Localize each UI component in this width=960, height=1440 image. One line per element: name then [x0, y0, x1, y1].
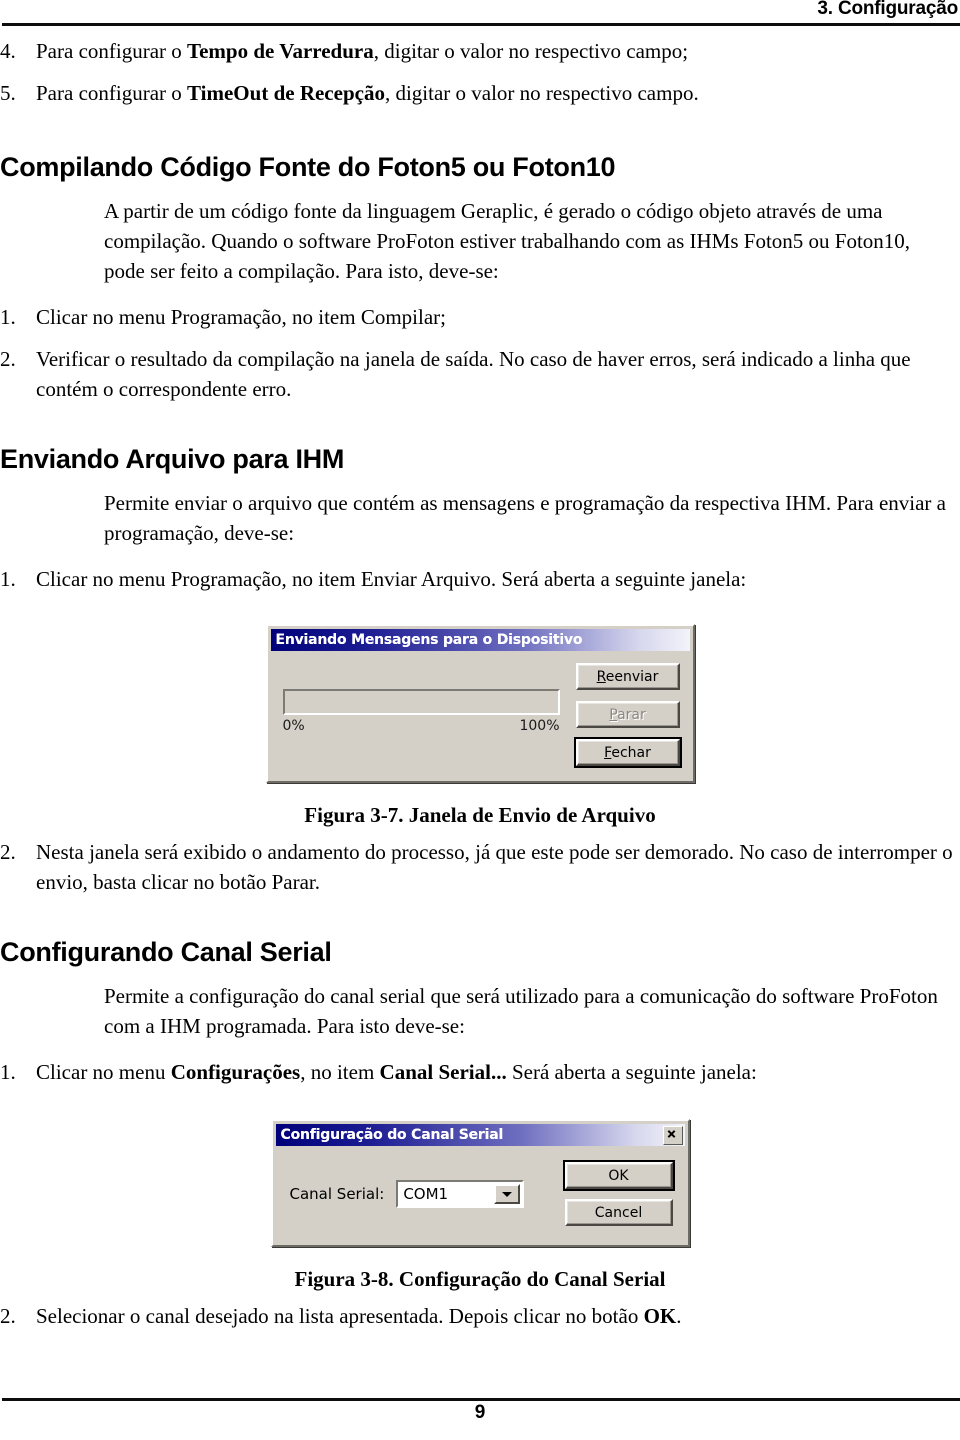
list-item-number: 1. — [0, 1060, 16, 1084]
fechar-label: echar — [611, 744, 651, 761]
serial-config-body: Canal Serial: COM1 OK Cancel — [276, 1146, 685, 1242]
list-item-text-bold: Tempo de Varredura — [187, 39, 374, 63]
send-progress-bar — [282, 689, 560, 715]
section-paragraph-configurando: Permite a configuração do canal serial q… — [104, 984, 938, 1038]
close-icon[interactable] — [662, 1125, 683, 1145]
list-item: 2. Verificar o resultado da compilação na… — [0, 344, 960, 404]
cancel-label: Cancel — [594, 1204, 643, 1221]
list-item-text-pre: Para configurar o — [36, 39, 188, 63]
list-item-text-pre: Para configurar o — [36, 81, 188, 105]
serial-config-dialog[interactable]: Configuração do Canal Serial Canal Seria… — [270, 1119, 690, 1247]
serial-field-group: Canal Serial: COM1 — [290, 1180, 551, 1208]
enviando-steps: 1. Clicar no menu Programação, no item En… — [0, 564, 960, 594]
list-item: 2. Nesta janela será exibido o andamento … — [0, 837, 960, 897]
progress-area: 0% 100% — [282, 663, 560, 734]
list-item-text-pre: Selecionar o canal desejado na lista apr… — [36, 1304, 644, 1328]
canal-serial-value: COM1 — [403, 1185, 449, 1203]
list-item-text: Verificar o resultado da compilação na j… — [36, 347, 911, 401]
list-item-text: Clicar no menu Programação, no item Envi… — [36, 567, 747, 591]
configurando-steps-continued: 2. Selecionar o canal desejado na lista a… — [0, 1301, 960, 1331]
section-heading-enviando: Enviando Arquivo para IHM — [0, 444, 345, 474]
serial-config-buttons: OK Cancel — [562, 1160, 675, 1226]
step-text-bold-menu: Configurações — [170, 1060, 301, 1084]
section-heading-compilando: Compilando Código Fonte do Foton5 ou Fot… — [0, 152, 616, 182]
header-divider — [2, 23, 960, 26]
page-number: 9 — [474, 1402, 486, 1423]
list-item-text-bold: OK — [643, 1304, 677, 1328]
compilando-steps: 1. Clicar no menu Programação, no item Co… — [0, 302, 960, 404]
progress-max-label: 100% — [519, 718, 560, 734]
figure-3-8-wrapper: Configuração do Canal Serial Canal Seria… — [0, 1119, 960, 1247]
list-item: 5. Para configurar o TimeOut de Recepção,… — [0, 78, 960, 108]
progress-min-label: 0% — [282, 718, 305, 734]
list-item-number: 2. — [0, 840, 16, 864]
figure-3-7-wrapper: Enviando Mensagens para o Dispositivo 0%… — [0, 624, 960, 783]
send-messages-title: Enviando Mensagens para o Dispositivo — [275, 632, 583, 648]
ok-button[interactable]: OK — [562, 1160, 675, 1191]
list-item-number: 4. — [0, 39, 16, 63]
fechar-button[interactable]: Fechar — [573, 737, 682, 768]
list-item-text-bold: TimeOut de Recepção — [187, 81, 385, 105]
figure-3-8-caption: Figura 3-8. Configuração do Canal Serial — [294, 1267, 666, 1291]
continued-numbered-list: 4. Para configurar o Tempo de Varredura, … — [0, 36, 960, 108]
list-item-number: 5. — [0, 81, 16, 105]
list-item-text-post: , digitar o valor no respectivo campo; — [373, 39, 689, 63]
page-running-header: 3. Configuração — [0, 0, 960, 28]
figure-3-7-caption: Figura 3-7. Janela de Envio de Arquivo — [304, 803, 656, 827]
chevron-down-icon[interactable] — [494, 1184, 521, 1204]
canal-serial-label: Canal Serial: — [289, 1185, 385, 1203]
configurando-steps: 1. Clicar no menu Configurações, no item … — [0, 1057, 960, 1087]
chapter-title: 3. Configuração — [817, 0, 958, 19]
send-messages-titlebar: Enviando Mensagens para o Dispositivo — [270, 629, 690, 651]
cancel-button[interactable]: Cancel — [564, 1199, 673, 1226]
list-item: 4. Para configurar o Tempo de Varredura, … — [0, 36, 960, 66]
ok-label: OK — [608, 1167, 629, 1184]
serial-config-titlebar: Configuração do Canal Serial — [275, 1124, 685, 1146]
page-content: 4. Para configurar o Tempo de Varredura, … — [0, 36, 960, 1343]
enviando-steps-continued: 2. Nesta janela será exibido o andamento … — [0, 837, 960, 897]
footer-divider — [2, 1398, 960, 1401]
send-messages-body: 0% 100% Reenviar Parar Fechar — [271, 651, 690, 778]
list-item-number: 1. — [0, 567, 16, 591]
step-text-mid: , no item — [300, 1060, 380, 1084]
list-item-number: 2. — [0, 347, 16, 371]
canal-serial-combobox[interactable]: COM1 — [396, 1180, 525, 1208]
parar-accel: P — [609, 706, 618, 723]
list-item-number: 2. — [0, 1304, 16, 1328]
serial-config-title: Configuração do Canal Serial — [280, 1127, 504, 1143]
list-item-number: 1. — [0, 305, 16, 329]
step-text-bold-item: Canal Serial... — [379, 1060, 507, 1084]
progress-scale: 0% 100% — [283, 718, 560, 734]
list-item: 1. Clicar no menu Programação, no item Co… — [0, 302, 960, 332]
list-item: 1. Clicar no menu Configurações, no item … — [0, 1057, 960, 1087]
page-running-footer: 9 — [0, 1380, 960, 1440]
list-item-text-post: , digitar o valor no respectivo campo. — [384, 81, 699, 105]
reenviar-label: eenviar — [605, 668, 659, 685]
section-paragraph-compilando: A partir de um código fonte da linguagem… — [104, 199, 911, 283]
list-item-text: Clicar no menu Programação, no item Comp… — [36, 305, 446, 329]
section-heading-configurando: Configurando Canal Serial — [0, 937, 332, 967]
parar-label: arar — [617, 706, 646, 723]
list-item: 1. Clicar no menu Programação, no item En… — [0, 564, 960, 594]
list-item-text-post: . — [676, 1304, 682, 1328]
list-item: 2. Selecionar o canal desejado na lista a… — [0, 1301, 960, 1331]
send-messages-dialog[interactable]: Enviando Mensagens para o Dispositivo 0%… — [265, 624, 695, 783]
parar-button[interactable]: Parar — [575, 701, 680, 728]
step-text-post: Será aberta a seguinte janela: — [506, 1060, 757, 1084]
reenviar-button[interactable]: Reenviar — [575, 663, 680, 690]
send-messages-buttons: Reenviar Parar Fechar — [573, 663, 682, 768]
step-text-pre: Clicar no menu — [36, 1060, 171, 1084]
list-item-text: Nesta janela será exibido o andamento do… — [36, 840, 953, 894]
section-paragraph-enviando: Permite enviar o arquivo que contém as m… — [104, 491, 946, 545]
reenviar-accel: R — [596, 668, 606, 685]
